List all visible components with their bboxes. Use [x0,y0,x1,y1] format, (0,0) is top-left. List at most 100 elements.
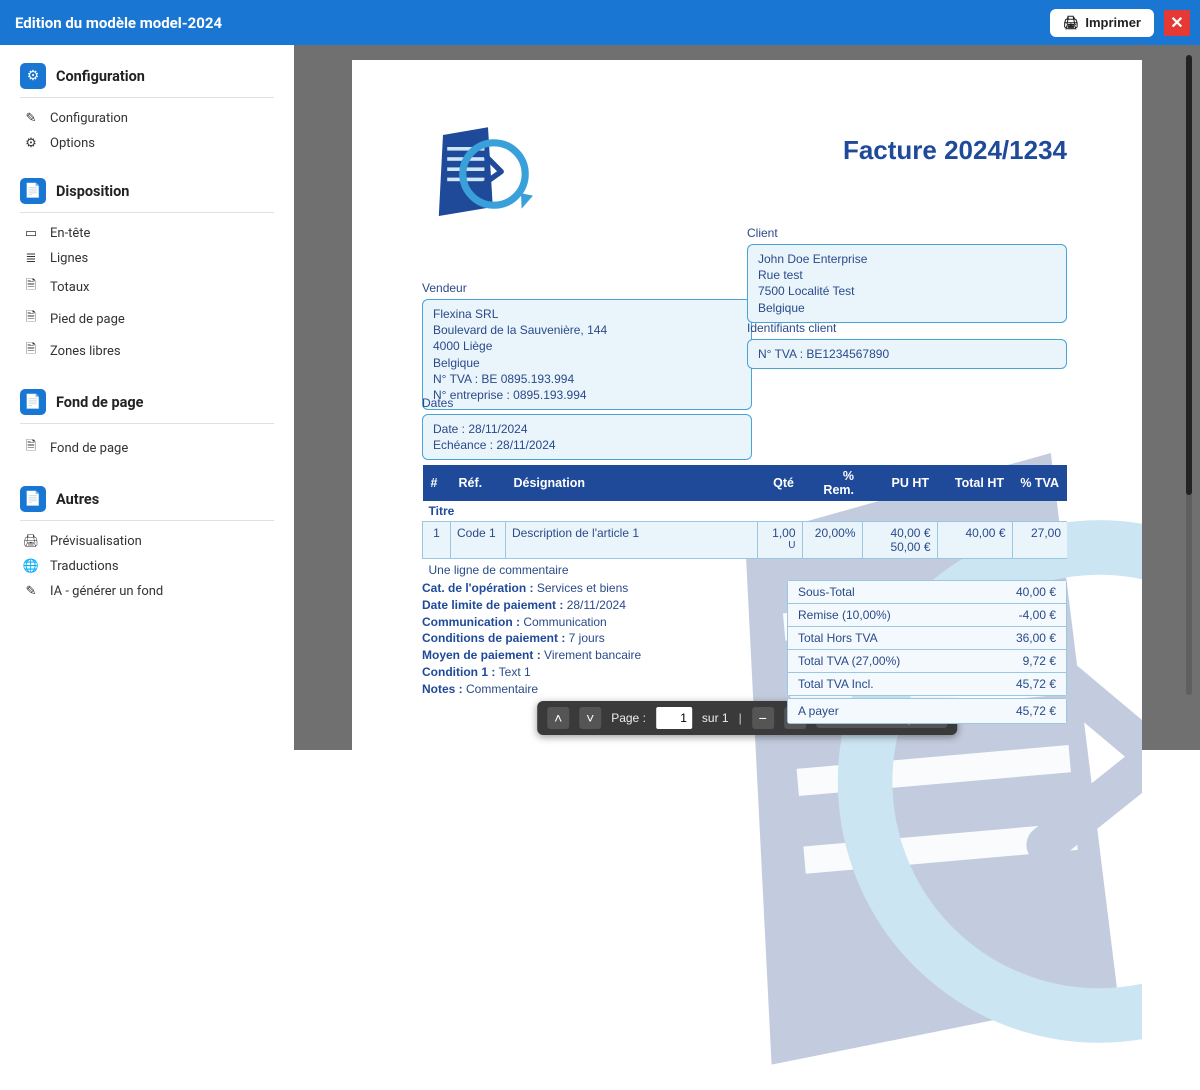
sidebar-item-preview[interactable]: 🖨Prévisualisation [20,529,274,554]
total-label: Sous-Total [798,585,855,599]
sidebar-item-fond[interactable]: 🗎 Fond de page [20,432,274,464]
sidebar-item-totaux[interactable]: 🗎Totaux [20,271,274,303]
sidebar-item-entete[interactable]: ▭En-tête [20,221,274,246]
total-value: 40,00 € [1016,585,1056,599]
invoice-title: Facture 2024/1234 [843,135,1067,166]
cell-desc: Description de l'article 1 [506,522,758,559]
section-header-autres[interactable]: 📄 Autres [20,486,274,521]
pay-label: A payer [798,704,839,718]
print-label: Imprimer [1085,15,1141,30]
sidebar-item-label: Pied de page [50,312,125,327]
page-label: Page : [611,711,646,725]
sidebar-item-traductions[interactable]: 🌐 Traductions [20,554,274,579]
dates-label: Dates [422,396,752,410]
lines-table[interactable]: # Réf. Désignation Qté % Rem. PU HT Tota… [422,465,1067,581]
section-disposition: 📄 Disposition ▭En-tête ≣Lignes 🗎Totaux 🗎… [20,178,274,367]
section-title: Autres [56,491,99,508]
total-value: 36,00 € [1016,631,1056,645]
totals-block[interactable]: Sous-Total 40,00 € Remise (10,00%) -4,00 €… [787,580,1067,696]
client-name: John Doe Enterprise [758,251,1056,267]
cell-ref: Code 1 [451,522,506,559]
vendor-name: Flexina SRL [433,306,741,322]
total-label: Remise (10,00%) [798,608,891,622]
total-value: -4,00 € [1019,608,1056,622]
section-header-disposition[interactable]: 📄 Disposition [20,178,274,213]
pen-icon: ✎ [22,584,40,599]
col-ref: Réf. [451,465,506,501]
client-block[interactable]: Client John Doe Enterprise Rue test 7500… [747,220,1067,323]
printer-icon: 🖨 [1063,15,1080,31]
page-of: sur 1 [702,711,729,725]
sidebar-item-label: Lignes [50,251,88,266]
section-header-configuration[interactable]: ⚙ Configuration [20,63,274,98]
preview-area: Facture 2024/1234 Vendeur Flexina SRL Bo… [294,45,1200,750]
sidebar-item-ia[interactable]: ✎ IA - générer un fond [20,579,274,604]
cell-n: 1 [423,522,451,559]
line-row[interactable]: 1 Code 1 Description de l'article 1 1,00… [423,522,1068,559]
gear-icon: ⚙ [22,136,40,151]
col-qty: Qté [757,465,802,501]
col-n: # [423,465,451,501]
section-title-row: Titre [423,501,1068,522]
vendor-label: Vendeur [422,281,752,295]
cell-tot: 40,00 € [937,522,1012,559]
section-title: Disposition [56,183,129,200]
total-value: 9,72 € [1023,654,1056,668]
zoom-out-button[interactable]: − [752,707,774,729]
globe-icon: 🌐 [22,559,40,574]
page-input[interactable] [656,707,692,729]
col-pu: PU HT [862,465,937,501]
sidebar-item-label: Zones libres [50,344,121,359]
doc-icon: 🗎 [22,437,40,459]
page-up-button[interactable]: ˄ [547,707,569,729]
total-label: Total Hors TVA [798,631,878,645]
page-down-button[interactable]: ˅ [579,707,601,729]
ids-block[interactable]: Identifiants client N° TVA : BE123456789… [747,315,1067,369]
section-header-fond[interactable]: 📄 Fond de page [20,389,274,424]
section-title: Configuration [56,68,145,85]
gear-icon: ⚙ [20,63,46,89]
sidebar-item-label: Totaux [50,280,89,295]
col-desc: Désignation [506,465,758,501]
invoice-page: Facture 2024/1234 Vendeur Flexina SRL Bo… [352,60,1142,1090]
sidebar-item-label: Traductions [50,559,119,574]
cell-disc: 20,00% [802,522,862,559]
section-fond: 📄 Fond de page 🗎 Fond de page [20,389,274,464]
sidebar-item-label: Configuration [50,111,128,126]
sidebar-item-lignes[interactable]: ≣Lignes [20,246,274,271]
cell-tva: 27,00 [1012,522,1067,559]
company-logo [422,120,542,240]
sidebar-item-label: Fond de page [50,441,128,456]
pay-block[interactable]: A payer45,72 € [787,698,1067,724]
sidebar-item-pied[interactable]: 🗎 Pied de page [20,303,274,335]
client-label: Client [747,226,1067,240]
invoice-due: Echéance : 28/11/2024 [433,437,741,453]
file-icon: 📄 [20,389,46,415]
app-title: Edition du modèle model-2024 [15,14,222,32]
scrollbar-thumb[interactable] [1186,55,1192,495]
total-label: Total TVA (27,00%) [798,654,900,668]
client-country: Belgique [758,300,1056,316]
sidebar-item-zones[interactable]: 🗎Zones libres [20,335,274,367]
total-value: 45,72 € [1016,677,1056,691]
cell-qty: 1,00U [757,522,802,559]
doc-icon: 🗎 [22,308,40,330]
section-configuration: ⚙ Configuration ✎ Configuration ⚙ Option… [20,63,274,156]
sidebar-item-label: IA - générer un fond [50,584,163,599]
section-autres: 📄 Autres 🖨Prévisualisation 🌐Traductions … [20,486,274,604]
vendor-street: Boulevard de la Sauvenière, 144 [433,322,741,338]
print-button[interactable]: 🖨 Imprimer [1050,9,1154,37]
invoice-date: Date : 28/11/2024 [433,421,741,437]
close-button[interactable]: ✕ [1164,10,1190,36]
dates-block[interactable]: Dates Date : 28/11/2024 Echéance : 28/11… [422,390,752,460]
vendor-city: 4000 Liège [433,338,741,354]
file-icon: 📄 [20,486,46,512]
footer-info[interactable]: Cat. de l'opération : Services et biens … [422,580,641,698]
pen-icon: ✎ [22,111,40,126]
chevron-down-icon: ˅ [586,710,594,726]
sidebar-item-configuration[interactable]: ✎ Configuration [20,106,274,131]
header-icon: ▭ [22,226,40,241]
section-title: Fond de page [56,394,144,411]
sidebar-item-label: Options [50,136,95,151]
sidebar-item-options[interactable]: ⚙ Options [20,131,274,156]
